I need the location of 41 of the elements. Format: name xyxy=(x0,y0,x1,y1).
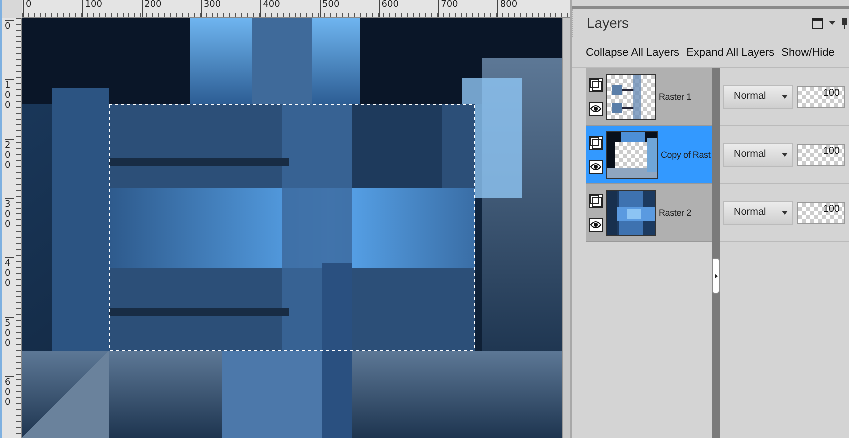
eye-icon[interactable] xyxy=(589,218,603,232)
opacity-field[interactable]: 100 xyxy=(797,144,845,166)
blend-mode-dropdown[interactable]: Normal xyxy=(723,84,793,108)
layer-row[interactable]: Raster 1 xyxy=(586,68,712,126)
ruler-label: 300 xyxy=(5,198,14,230)
caret-icon xyxy=(782,210,788,214)
layer-type-icon[interactable] xyxy=(589,136,603,150)
window-icon[interactable] xyxy=(812,18,823,28)
caret-icon xyxy=(782,94,788,98)
blend-mode-dropdown[interactable]: Normal xyxy=(723,200,793,224)
ruler-label: 100 xyxy=(5,79,14,112)
toolbar-button[interactable]: Expand All Layers xyxy=(686,42,775,64)
caret-icon xyxy=(782,152,788,156)
ruler-label: 500 xyxy=(5,316,14,348)
toolbar-button[interactable]: Collapse All Layers xyxy=(586,42,680,64)
layer-name: Copy of Rast xyxy=(661,150,711,160)
layer-thumbnail xyxy=(606,130,658,178)
eye-icon[interactable] xyxy=(589,160,603,174)
opacity-field[interactable]: 100 xyxy=(797,86,845,108)
layer-name: Raster 2 xyxy=(659,208,692,218)
layer-row[interactable]: Copy of Rast xyxy=(586,126,712,184)
layer-thumbnail xyxy=(606,74,656,120)
pin-icon[interactable] xyxy=(842,18,847,28)
layer-type-icon[interactable] xyxy=(589,194,603,208)
layer-type-icon[interactable] xyxy=(589,78,603,92)
layer-thumbnail xyxy=(606,190,656,236)
ruler-label: 600 xyxy=(5,376,14,408)
eye-icon[interactable] xyxy=(589,102,603,116)
panel-title: Layers xyxy=(587,15,630,31)
opacity-field[interactable]: 100 xyxy=(797,202,845,224)
blend-mode-dropdown[interactable]: Normal xyxy=(723,142,793,166)
ruler-label: 200 xyxy=(5,138,14,171)
scrollbar[interactable] xyxy=(562,18,570,438)
caret-icon xyxy=(714,274,718,278)
ruler-label: 0 xyxy=(5,20,14,32)
ruler-label: 400 xyxy=(5,257,14,290)
caret-icon[interactable] xyxy=(829,21,836,25)
layer-row[interactable]: Raster 2 xyxy=(586,184,712,242)
layer-name: Raster 1 xyxy=(659,92,692,102)
toolbar-button[interactable]: Show/Hide xyxy=(782,42,835,64)
expand-handle[interactable] xyxy=(712,258,720,294)
